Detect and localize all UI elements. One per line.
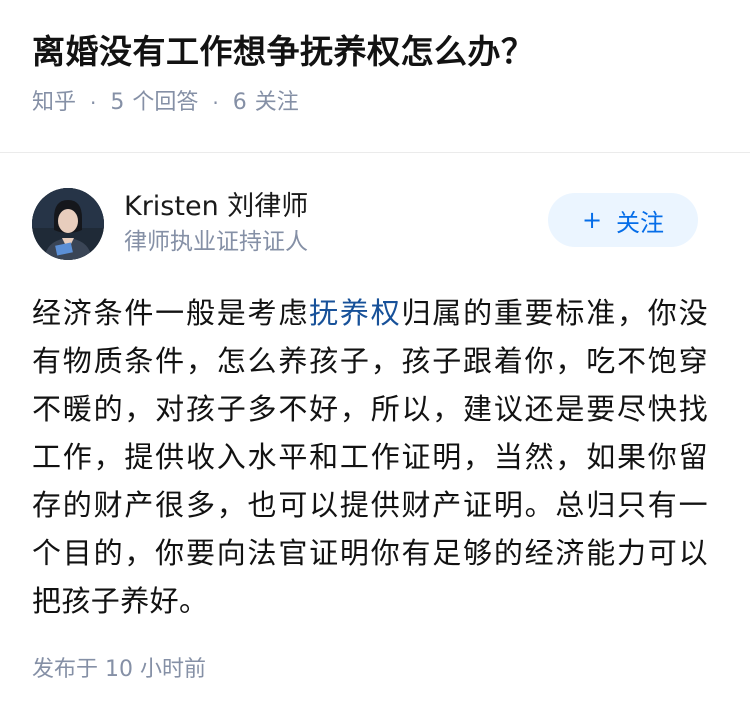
- separator-dot: ·: [90, 91, 97, 115]
- answer-count-label[interactable]: 个回答: [132, 88, 198, 118]
- follow-button[interactable]: + 关注: [548, 193, 698, 247]
- keyword-link[interactable]: 抚养权: [309, 296, 401, 330]
- answer-content: 经济条件一般是考虑抚养权归属的重要标准，你没有物质条件，怎么养孩子，孩子跟着你，…: [32, 289, 708, 625]
- author-row: Kristen 刘律师 律师执业证持证人 + 关注: [32, 187, 718, 261]
- answer-count: 5: [110, 90, 125, 115]
- follower-count: 6: [232, 90, 247, 115]
- follow-button-label: 关注: [616, 208, 665, 237]
- author-name[interactable]: Kristen 刘律师: [124, 190, 308, 224]
- author-info: Kristen 刘律师 律师执业证持证人: [124, 190, 308, 258]
- answer-text-part: 归属的重要标准，你没有物质条件，怎么养孩子，孩子跟着你，吃不饱穿不暖的，对孩子多…: [32, 296, 708, 618]
- publish-prefix: 发布于: [32, 657, 99, 682]
- follower-count-label: 关注: [254, 90, 299, 115]
- answer-text-part: 经济条件一般是考虑: [32, 296, 310, 330]
- publish-time-value: 10 小时前: [105, 657, 207, 682]
- question-header: 离婚没有工作想争抚养权怎么办？ 知乎 · 5 个回答 · 6 关注: [0, 0, 750, 122]
- author-bio: 律师执业证持证人: [124, 229, 308, 255]
- divider: [0, 152, 750, 153]
- separator-dot: ·: [212, 91, 219, 115]
- avatar[interactable]: [32, 188, 104, 260]
- question-title[interactable]: 离婚没有工作想争抚养权怎么办？: [32, 30, 718, 74]
- publish-time: 发布于 10 小时前: [32, 655, 718, 685]
- source-label[interactable]: 知乎: [32, 88, 76, 118]
- question-meta: 知乎 · 5 个回答 · 6 关注: [32, 88, 718, 118]
- answer-card: Kristen 刘律师 律师执业证持证人 + 关注 经济条件一般是考虑抚养权归属…: [0, 187, 750, 685]
- plus-icon: +: [581, 206, 603, 234]
